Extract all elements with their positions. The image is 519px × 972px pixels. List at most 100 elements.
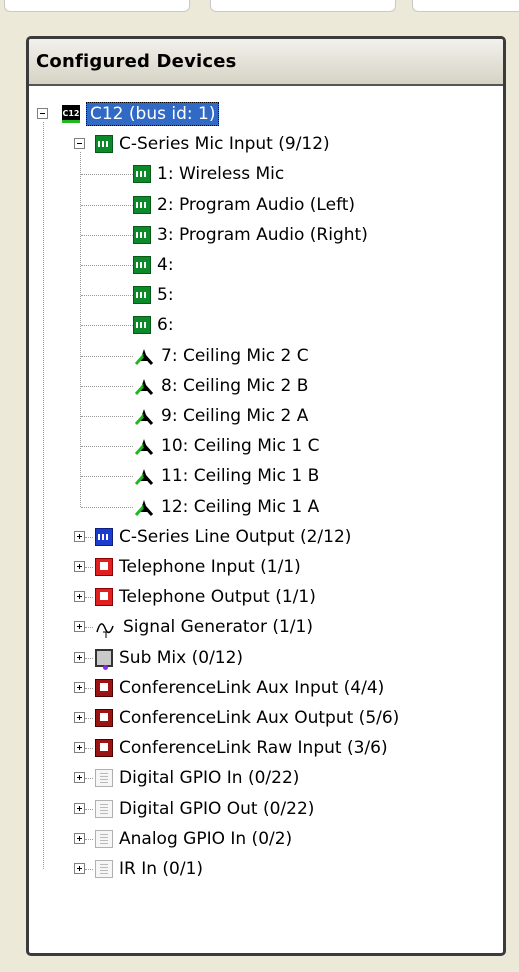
tree-node-label: 9: Ceiling Mic 2 A (161, 406, 309, 426)
mic-input-icon (95, 135, 113, 154)
toolbar-button-3[interactable] (412, 0, 519, 12)
tree-node-label: 8: Ceiling Mic 2 B (161, 375, 309, 396)
expand-group-button[interactable] (74, 621, 85, 633)
tree-node-label: 5: (157, 285, 174, 306)
tree-connector (81, 295, 133, 297)
tree-connector (85, 567, 93, 568)
tree-connector (85, 838, 93, 840)
ceiling-mic-icon (133, 377, 155, 395)
tree-connector (81, 385, 133, 387)
telephone-icon (95, 558, 113, 576)
configured-devices-panel: Configured Devices C12 C12 (bus id: 1) C-S… (26, 36, 506, 956)
ceiling-mic-icon (133, 347, 155, 365)
tree-node-group[interactable]: Digital GPIO Out (0/22) (95, 794, 314, 824)
tree-node-label: 11: Ceiling Mic 1 B (161, 466, 320, 487)
conferencelink-icon (95, 678, 113, 697)
expand-group-button[interactable] (74, 681, 85, 693)
tree-node-mic-item[interactable]: 2: Program Audio (Left) (133, 190, 355, 220)
mic-input-icon (133, 256, 151, 274)
tree-node-mic-item[interactable]: 1: Wireless Mic (133, 159, 284, 189)
collapse-root-button[interactable] (37, 108, 48, 119)
telephone-icon (95, 588, 113, 607)
tree-node-mic-item[interactable]: 6: (133, 310, 174, 340)
tree-node-mic-group[interactable]: C-Series Mic Input (9/12) (95, 129, 330, 159)
tree-node-label: 3: Program Audio (Right) (157, 224, 368, 245)
expand-group-button[interactable] (74, 802, 85, 814)
tree-node-label: Signal Generator (1/1) (123, 617, 313, 638)
tree-node-group[interactable]: ConferenceLink Aux Output (5/6) (95, 703, 399, 733)
tree-connector (85, 808, 93, 810)
expand-group-button[interactable] (74, 832, 85, 844)
expand-group-button[interactable] (74, 561, 85, 572)
tree-node-label: C12 (bus id: 1) (86, 102, 220, 126)
toolbar-button-2[interactable] (210, 0, 396, 12)
gpio-icon (95, 829, 113, 848)
tree-node-group[interactable]: Telephone Output (1/1) (95, 582, 316, 612)
mic-input-icon (133, 286, 151, 305)
tree-node-mic-item[interactable]: 9: Ceiling Mic 2 A (133, 401, 308, 431)
collapse-mic-group-button[interactable] (74, 138, 85, 150)
tree-node-root[interactable]: C12 C12 (bus id: 1) (62, 99, 220, 129)
top-toolbar-strip (0, 0, 519, 16)
tree-node-mic-item[interactable]: 3: Program Audio (Right) (133, 220, 368, 250)
tree-node-label: ConferenceLink Raw Input (3/6) (119, 738, 388, 759)
tree-connector (85, 869, 93, 870)
gpio-icon (95, 769, 113, 788)
tree-node-label: 7: Ceiling Mic 2 C (161, 345, 309, 366)
tree-connector (81, 174, 133, 176)
tree-node-label: Digital GPIO Out (0/22) (119, 798, 315, 819)
expand-group-button[interactable] (74, 712, 85, 723)
mic-input-icon (133, 225, 151, 244)
tree-connector (81, 265, 133, 266)
expand-group-button[interactable] (74, 863, 85, 874)
tree-node-group[interactable]: Sub Mix (0/12) (95, 643, 243, 673)
tree-connector (85, 718, 93, 719)
toolbar-button-1[interactable] (4, 0, 190, 12)
conferencelink-icon (95, 739, 113, 758)
gpio-icon (95, 860, 113, 878)
expand-group-button[interactable] (74, 742, 85, 754)
tree-node-mic-item[interactable]: 12: Ceiling Mic 1 A (133, 492, 319, 522)
conferencelink-icon (95, 709, 113, 727)
tree-node-label: Telephone Output (1/1) (119, 587, 316, 608)
tree-node-mic-item[interactable]: 7: Ceiling Mic 2 C (133, 341, 309, 371)
tree-connector (81, 416, 133, 417)
tree-connector (85, 627, 93, 629)
tree-node-label: 12: Ceiling Mic 1 A (161, 496, 320, 517)
tree-node-group[interactable]: C-Series Line Output (2/12) (95, 522, 351, 552)
tree-node-mic-item[interactable]: 10: Ceiling Mic 1 C (133, 431, 319, 461)
tree-connector (85, 778, 93, 780)
c12-chip-icon: C12 (62, 105, 80, 123)
tree-connector (43, 122, 44, 869)
tree-node-group[interactable]: Signal Generator (1/1) (95, 612, 313, 642)
tree-node-label: 6: (157, 315, 174, 336)
tree-node-mic-item[interactable]: 8: Ceiling Mic 2 B (133, 371, 308, 401)
expand-group-button[interactable] (74, 530, 85, 542)
tree-node-group[interactable]: Analog GPIO In (0/2) (95, 824, 292, 854)
expand-group-button[interactable] (74, 591, 85, 603)
tree-node-mic-item[interactable]: 4: (133, 250, 174, 280)
expand-group-button[interactable] (74, 772, 85, 784)
tree-connector (85, 748, 93, 750)
ceiling-mic-icon (133, 498, 155, 516)
tree-node-mic-item[interactable]: 11: Ceiling Mic 1 B (133, 461, 319, 491)
tree-connector (80, 152, 81, 507)
tree-connector (81, 506, 133, 508)
tree-node-label: Telephone Input (1/1) (119, 557, 301, 577)
tree-node-group[interactable]: IR In (0/1) (95, 854, 203, 884)
tree-node-mic-item[interactable]: 5: (133, 280, 174, 310)
tree-connector (81, 234, 133, 236)
tree-connector (81, 476, 133, 478)
tree-node-label: 4: (157, 255, 174, 275)
tree-node-label: ConferenceLink Aux Output (5/6) (119, 708, 400, 728)
tree-node-label: Analog GPIO In (0/2) (119, 828, 293, 849)
tree-node-group[interactable]: Telephone Input (1/1) (95, 552, 301, 582)
tree-node-label: Digital GPIO In (0/22) (119, 768, 300, 789)
tree-node-group[interactable]: ConferenceLink Aux Input (4/4) (95, 673, 384, 703)
tree-node-label: IR In (0/1) (119, 859, 204, 879)
tree-node-group[interactable]: ConferenceLink Raw Input (3/6) (95, 733, 388, 763)
tree-node-label: 2: Program Audio (Left) (157, 194, 356, 215)
tree-connector (81, 446, 133, 448)
expand-group-button[interactable] (74, 651, 85, 663)
tree-node-group[interactable]: Digital GPIO In (0/22) (95, 763, 299, 793)
